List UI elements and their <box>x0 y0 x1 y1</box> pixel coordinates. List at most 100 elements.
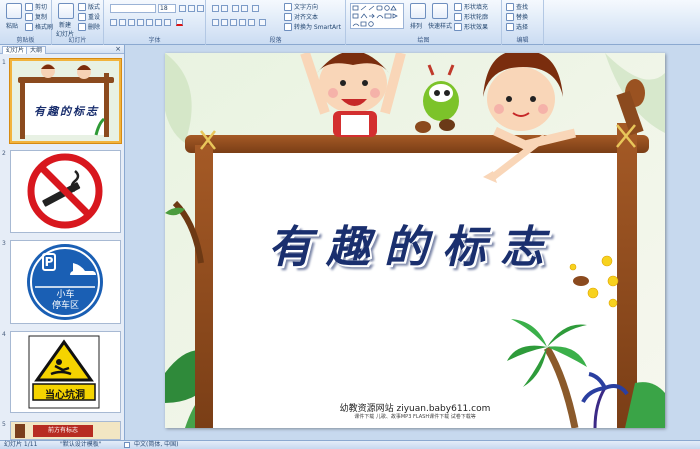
slides-group-label: 幻灯片 <box>68 37 87 44</box>
spellcheck-icon[interactable] <box>124 442 130 448</box>
reset-label: 重设 <box>88 14 101 21</box>
slide-thumbnail-1[interactable]: 有趣的标志 <box>10 59 121 143</box>
slide-number: 2 <box>2 150 6 157</box>
text-direction-button[interactable]: 文字方向 <box>284 2 318 11</box>
strikethrough-icon[interactable] <box>137 19 144 26</box>
distribute-icon[interactable] <box>248 19 255 26</box>
slide-thumbnail-5[interactable]: 前方有标志 <box>10 421 121 440</box>
new-slide-icon[interactable] <box>58 3 74 19</box>
slide-thumbnail-2[interactable] <box>10 150 121 233</box>
numbering-icon[interactable] <box>221 5 228 12</box>
reset-button[interactable]: 重设 <box>78 12 100 21</box>
layout-button[interactable]: 版式 <box>78 2 100 11</box>
select-label: 选择 <box>516 24 529 31</box>
justify-icon[interactable] <box>239 19 246 26</box>
font-name-field[interactable] <box>110 4 156 13</box>
cut-label: 剪切 <box>35 4 48 11</box>
select-button[interactable]: 选择 <box>506 22 528 31</box>
parking-p-letter: P <box>42 253 56 271</box>
shadow-icon[interactable] <box>146 19 153 26</box>
slide-number: 4 <box>2 331 6 338</box>
text-direction-label: 文字方向 <box>294 4 319 11</box>
shrink-font-icon[interactable] <box>188 5 195 12</box>
shapes-gallery[interactable] <box>350 3 404 29</box>
format-painter-button[interactable]: 格式刷 <box>25 22 53 31</box>
arrange-icon[interactable] <box>410 3 426 19</box>
find-button[interactable]: 查找 <box>506 2 528 11</box>
change-case-icon[interactable] <box>164 19 171 26</box>
align-right-icon[interactable] <box>230 19 237 26</box>
quick-styles-label: 快速样式 <box>428 23 453 30</box>
drawing-group-label: 绘图 <box>417 37 430 44</box>
line-spacing-icon[interactable] <box>252 5 259 12</box>
quick-styles-icon[interactable] <box>432 3 448 19</box>
smartart-label: 转换为 SmartArt <box>294 24 341 31</box>
arrange-button[interactable]: 排列 <box>410 21 422 30</box>
slide-5-thumb-title: 前方有标志 <box>33 425 93 437</box>
align-left-icon[interactable] <box>212 19 219 26</box>
slide-canvas[interactable]: 有趣的标志 幼教资源网站 ziyuan.baby611.com 课件下载 儿歌、… <box>165 53 665 428</box>
clear-format-icon[interactable] <box>197 5 204 12</box>
shape-effects-label: 形状效果 <box>464 24 489 31</box>
paragraph-group-label: 段落 <box>269 37 282 44</box>
theme-name: "默认设计模板" <box>60 441 102 448</box>
align-center-icon[interactable] <box>221 19 228 26</box>
delete-label: 删除 <box>88 24 101 31</box>
bullets-icon[interactable] <box>212 5 219 12</box>
close-icon[interactable]: × <box>115 45 121 54</box>
no-smoking-sign-icon <box>27 153 103 229</box>
delete-slide-button[interactable]: 删除 <box>78 22 100 31</box>
shape-outline-button[interactable]: 形状轮廓 <box>454 12 488 21</box>
font-color-icon[interactable] <box>176 19 183 26</box>
format-painter-label: 格式刷 <box>35 24 54 31</box>
tab-slides[interactable]: 幻灯片 <box>2 46 29 54</box>
slide-thumbnail-panel: 幻灯片 大纲 × 1 有趣的标志 2 3 P 小车 停车区 4 当心坑洞 5 前… <box>0 45 125 440</box>
clipboard-group-label: 剪贴板 <box>16 37 35 44</box>
paragraph-group: 文字方向 对齐文本 转换为 SmartArt 段落 <box>206 0 346 45</box>
editing-group-label: 编辑 <box>516 37 529 44</box>
grow-font-icon[interactable] <box>179 5 186 12</box>
slide-1-thumb-title: 有趣的标志 <box>34 105 99 118</box>
tab-outline[interactable]: 大纲 <box>26 46 47 54</box>
font-group-label: 字体 <box>148 37 161 44</box>
website-credit-sub: 课件下载 儿歌、故事MP3 FLASH课件下载 试卷下载等 <box>354 414 476 420</box>
sign-post-image <box>15 424 25 438</box>
align-text-icon <box>284 12 292 21</box>
slide-thumbnail-4[interactable]: 当心坑洞 <box>10 331 121 413</box>
font-size-field[interactable]: 18 <box>158 4 176 13</box>
reset-icon <box>78 12 86 21</box>
columns-icon[interactable] <box>259 19 266 26</box>
paste-icon[interactable] <box>6 3 22 19</box>
smartart-icon <box>284 22 292 31</box>
shape-fill-button[interactable]: 形状填充 <box>454 2 488 11</box>
pen-icon <box>454 12 462 21</box>
paste-button[interactable]: 粘贴 <box>6 21 18 30</box>
copy-icon <box>25 12 33 21</box>
replace-button[interactable]: 替换 <box>506 12 528 21</box>
copy-button[interactable]: 复制 <box>25 12 47 21</box>
smartart-button[interactable]: 转换为 SmartArt <box>284 22 341 31</box>
shape-effects-button[interactable]: 形状效果 <box>454 22 488 31</box>
bold-icon[interactable] <box>110 19 117 26</box>
cut-button[interactable]: 剪切 <box>25 2 47 11</box>
slide-thumbnail-3[interactable]: P 小车 停车区 <box>10 240 121 324</box>
align-text-button[interactable]: 对齐文本 <box>284 12 318 21</box>
slide-editing-area[interactable]: 有趣的标志 幼教资源网站 ziyuan.baby611.com 课件下载 儿歌、… <box>125 45 700 440</box>
align-text-label: 对齐文本 <box>294 14 319 21</box>
drawing-group: 排列 快速样式 形状填充 形状轮廓 形状效果 绘图 <box>346 0 502 45</box>
decrease-indent-icon[interactable] <box>232 5 239 12</box>
slide-1-preview <box>12 61 119 141</box>
quick-styles-button[interactable]: 快速样式 <box>428 21 452 30</box>
increase-indent-icon[interactable] <box>241 5 248 12</box>
font-group: 18 字体 <box>104 0 206 45</box>
status-bar: 幻灯片 1/11 "默认设计模板" 中文(简体, 中国) <box>0 440 700 449</box>
ribbon: 粘贴 剪切 复制 格式刷 剪贴板 新建 幻灯片 版式 重设 删除 幻灯片 18 字… <box>0 0 700 45</box>
shape-fill-label: 形状填充 <box>464 4 489 11</box>
italic-icon[interactable] <box>119 19 126 26</box>
effects-icon <box>454 22 462 31</box>
replace-label: 替换 <box>516 14 529 21</box>
slide-title[interactable]: 有趣的标志 <box>268 211 558 275</box>
underline-icon[interactable] <box>128 19 135 26</box>
slide-count: 幻灯片 1/11 <box>4 441 38 448</box>
spacing-icon[interactable] <box>155 19 162 26</box>
